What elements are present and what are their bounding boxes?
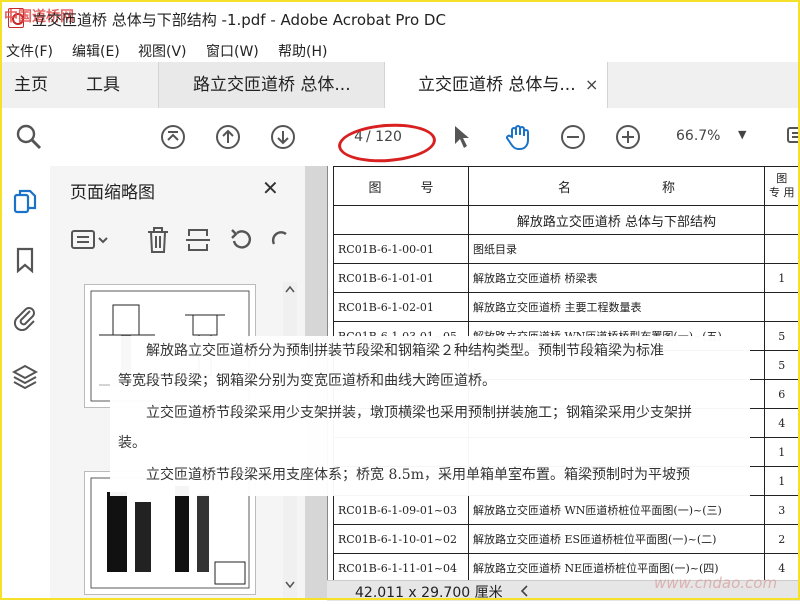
page-size-readout: 42.011 x 29.700 厘米 bbox=[355, 585, 503, 601]
tab-home[interactable]: 主页 bbox=[14, 62, 48, 108]
menu-bar: 文件(F) 编辑(E) 视图(V) 窗口(W) 帮助(H) bbox=[0, 38, 800, 62]
section-title: 解放路立交匝道桥 总体与下部结构 bbox=[468, 205, 765, 235]
table-header-count: 图专 用 bbox=[764, 166, 800, 206]
layers-icon[interactable] bbox=[11, 362, 39, 390]
menu-view[interactable]: 视图(V) bbox=[138, 41, 187, 61]
tab-document-1[interactable]: 路立交匝道桥 总体... bbox=[158, 62, 384, 108]
overlay-line: 等宽段节段梁；钢箱梁分别为变宽匝道桥和曲线大跨匝道桥。 bbox=[118, 373, 496, 389]
table-row: RC01B-6-1-10-01~02 解放路立交匝道桥 ES匝道桥桩位平面图(一)… bbox=[333, 524, 800, 554]
bookmark-icon[interactable] bbox=[12, 246, 38, 274]
table-row: RC01B-6-1-02-01 解放路立交匝道桥 主要工程数量表 bbox=[333, 292, 800, 322]
table-cell bbox=[764, 205, 800, 235]
search-icon[interactable] bbox=[14, 122, 44, 152]
comment-icon[interactable] bbox=[778, 122, 800, 152]
tab-document-2[interactable]: 立交匝道桥 总体与... × bbox=[384, 62, 608, 109]
overlay-line: 立交匝道桥节段梁采用少支架拼装，墩顶横梁也采用预制拼装施工；钢箱梁采用少支架拼 bbox=[118, 405, 692, 421]
overlay-line: 立交匝道桥节段梁采用支座体系；桥宽 8.5m，采用单箱单室布置。箱梁预制时为平坡… bbox=[118, 467, 690, 483]
trash-icon[interactable] bbox=[146, 226, 170, 258]
zoom-out-icon[interactable] bbox=[558, 122, 588, 152]
description-overlay: 解放路立交匝道桥分为预制拼装节段梁和钢箱梁２种结构类型。预制节段箱梁为标准 等宽… bbox=[110, 336, 750, 496]
close-icon[interactable]: ✕ bbox=[262, 176, 279, 200]
page-up-icon[interactable] bbox=[213, 122, 243, 152]
menu-file[interactable]: 文件(F) bbox=[6, 41, 53, 61]
table-header-code: 图 号 bbox=[333, 166, 469, 206]
select-arrow-icon[interactable] bbox=[446, 122, 476, 152]
menu-edit[interactable]: 编辑(E) bbox=[72, 41, 120, 61]
tab-close-icon[interactable]: × bbox=[585, 62, 598, 108]
attachment-icon[interactable] bbox=[12, 303, 38, 332]
table-row: RC01B-6-1-09-01~03 解放路立交匝道桥 WN匝道桥桩位平面图(一)… bbox=[333, 495, 800, 525]
table-cell bbox=[333, 205, 469, 235]
zoom-in-icon[interactable] bbox=[613, 122, 643, 152]
thumbnail-options-icon[interactable] bbox=[70, 228, 110, 256]
rotate-right-icon[interactable] bbox=[270, 226, 288, 258]
site-watermark: www.cndao.com bbox=[654, 574, 778, 592]
title-bar: 中国道桥网 立交匝道桥 总体与下部结构 -1.pdf - Adobe Acrob… bbox=[0, 0, 800, 38]
page-thumbnails-icon[interactable] bbox=[12, 188, 38, 214]
window-title: 立交匝道桥 总体与下部结构 -1.pdf - Adobe Acrobat Pro… bbox=[32, 11, 446, 29]
hand-icon[interactable] bbox=[503, 122, 533, 152]
rotate-left-icon[interactable] bbox=[228, 226, 256, 258]
menu-window[interactable]: 窗口(W) bbox=[206, 41, 259, 61]
tab-document-2-label: 立交匝道桥 总体与... bbox=[418, 75, 576, 95]
extract-page-icon[interactable] bbox=[185, 226, 211, 258]
tab-tools[interactable]: 工具 bbox=[86, 62, 120, 108]
page-first-icon[interactable] bbox=[158, 122, 188, 152]
table-row: RC01B-6-1-01-01 解放路立交匝道桥 桥梁表 1 bbox=[333, 263, 800, 293]
table-row: RC01B-6-1-00-01 图纸目录 bbox=[333, 234, 800, 264]
overlay-line: 装。 bbox=[118, 435, 146, 451]
tab-bar: 主页 工具 路立交匝道桥 总体... 立交匝道桥 总体与... × bbox=[0, 62, 800, 109]
chevron-down-icon[interactable]: ▼ bbox=[738, 128, 746, 141]
panel-title: 页面缩略图 bbox=[70, 183, 155, 203]
scroll-left-icon[interactable] bbox=[519, 585, 531, 597]
left-nav-rail bbox=[0, 166, 51, 600]
table-header-name: 名 称 bbox=[468, 166, 765, 206]
tab-document-1-label: 路立交匝道桥 总体... bbox=[193, 75, 351, 95]
page-down-icon[interactable] bbox=[268, 122, 298, 152]
overlay-line: 解放路立交匝道桥分为预制拼装节段梁和钢箱梁２种结构类型。预制节段箱梁为标准 bbox=[118, 343, 664, 359]
zoom-level[interactable]: 66.7% bbox=[676, 128, 720, 144]
menu-help[interactable]: 帮助(H) bbox=[278, 41, 327, 61]
